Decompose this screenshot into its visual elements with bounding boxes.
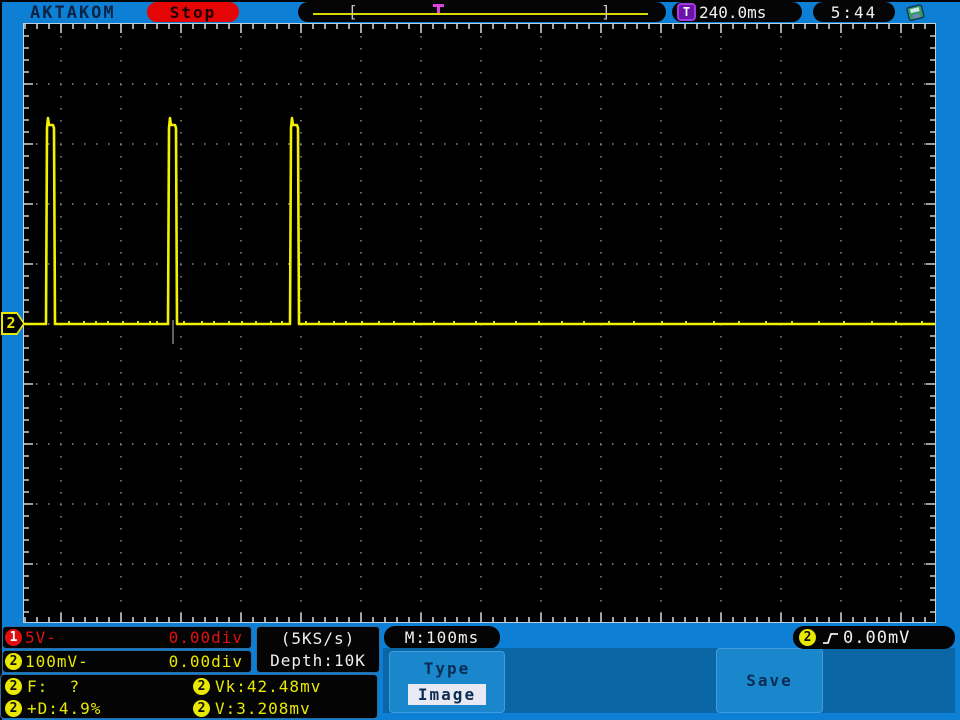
trigger-t-icon: T (677, 3, 696, 21)
sample-rate: (5KS/s) (280, 628, 356, 648)
channel2-position-marker[interactable]: 2 (1, 312, 25, 335)
window-right-bracket: ] (601, 2, 611, 21)
channel2-marker-label: 2 (6, 314, 16, 332)
trigger-position-marker-icon (433, 4, 444, 13)
window-left-bracket: [ (348, 2, 358, 21)
trigger-ch-badge: 2 (799, 629, 816, 646)
ch2-offset: 0.00div (168, 652, 243, 671)
trigger-level-readout: 2 0.00mV (793, 626, 955, 649)
record-length-line (313, 13, 648, 15)
measure-ch-badge: 2 (193, 700, 210, 717)
ch2-badge: 2 (5, 653, 22, 670)
measurements-panel: 2 F: ? 2 Vk:42.48mv 2 +D:4.9% 2 V:3.208m… (0, 674, 378, 719)
record-depth: Depth:10K (270, 651, 366, 671)
measure-v: 2 V:3.208mv (193, 699, 311, 718)
acquisition-readout: (5KS/s) Depth:10K (256, 626, 380, 673)
waveform-svg (24, 24, 935, 622)
measure-duty: 2 +D:4.9% (5, 699, 101, 718)
trigger-level-value: 0.00mV (843, 627, 911, 648)
measure-frequency: 2 F: ? (5, 677, 80, 696)
save-button[interactable]: Save (716, 648, 823, 713)
clock: 5:44 (813, 2, 895, 22)
ch1-offset: 0.00div (168, 628, 243, 647)
measure-ch-badge: 2 (193, 678, 210, 695)
menu-item-type[interactable]: Type Image (389, 651, 505, 713)
oscilloscope-screen: AKTAKOM Stop [ ] T 240.0ms 5:44 2 1 5V- … (0, 0, 960, 720)
trigger-delay-value: 240.0ms (699, 2, 767, 22)
measure-ch-badge: 2 (5, 700, 22, 717)
timebase-readout: M:100ms (384, 626, 500, 649)
horizontal-position-indicator[interactable]: [ ] (298, 2, 666, 22)
measure-vk: 2 Vk:42.48mv (193, 677, 321, 696)
measure-ch-badge: 2 (5, 678, 22, 695)
ch1-badge: 1 (5, 629, 22, 646)
screen-left-border (0, 0, 2, 720)
menu-type-selected-value[interactable]: Image (407, 684, 487, 705)
brand-label: AKTAKOM (30, 3, 116, 23)
ch1-scale: 5V- (25, 628, 57, 647)
rising-edge-icon (823, 632, 838, 644)
waveform-display (23, 23, 936, 623)
ch1-status-readout: 1 5V- 0.00div (2, 626, 252, 649)
run-state-button[interactable]: Stop (147, 2, 239, 22)
usb-device-icon (903, 2, 929, 24)
ch2-status-readout: 2 100mV- 0.00div (2, 650, 252, 673)
menu-type-title: Type (423, 659, 471, 678)
trigger-delay-readout: T 240.0ms (672, 2, 802, 22)
ch2-scale: 100mV- (25, 652, 89, 671)
